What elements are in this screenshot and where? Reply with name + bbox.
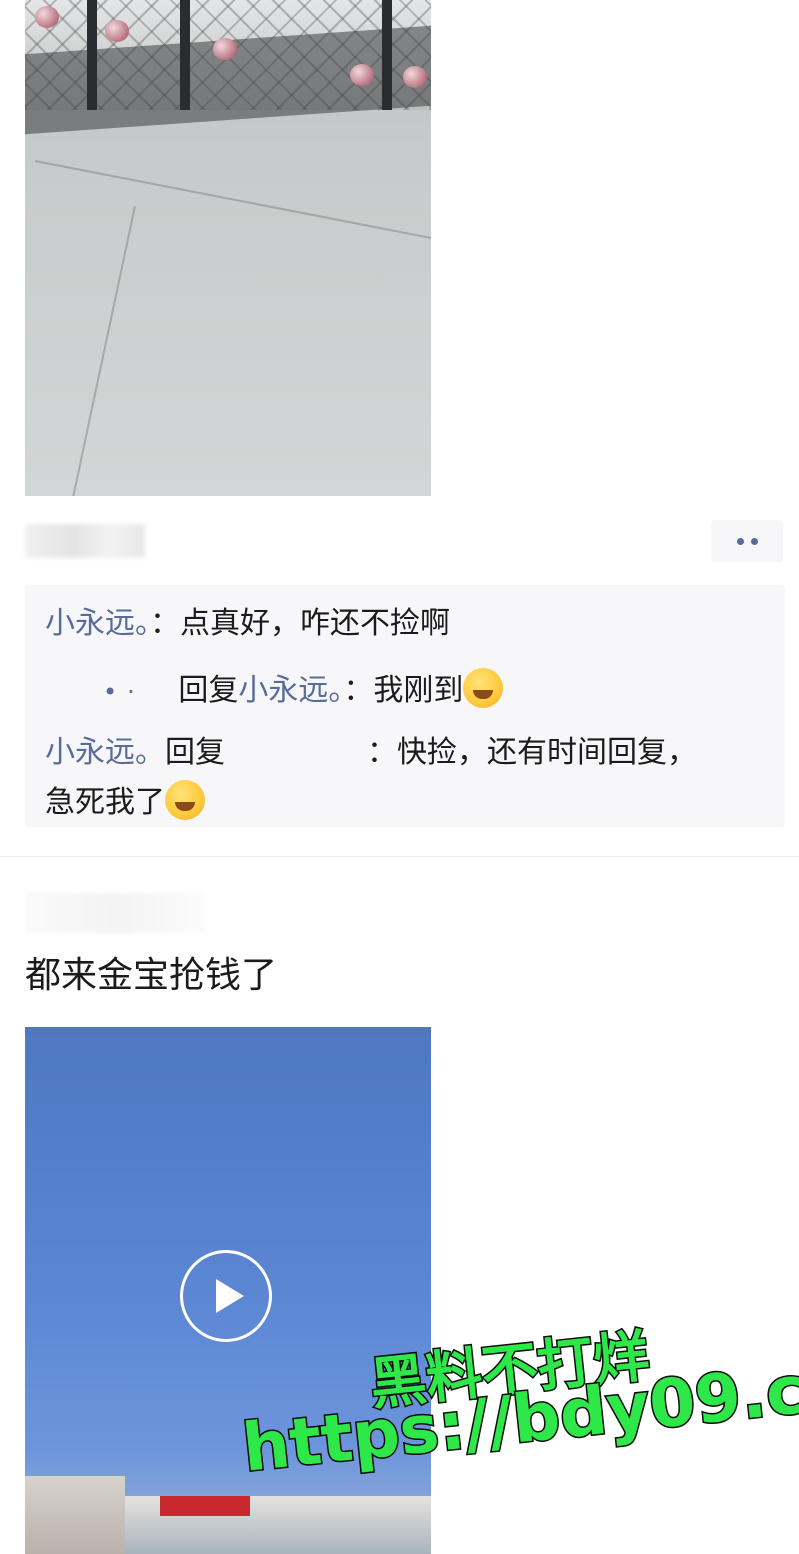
reply-label: 回复 — [178, 673, 239, 708]
fence-pole — [87, 0, 97, 110]
reply-line[interactable]: •· 回复小永远。：我刚到 — [103, 668, 504, 712]
comment-text: 快捡，还有时间回复， — [397, 735, 697, 770]
comment-text: 我刚到 — [373, 673, 464, 708]
comment-separator: ： — [343, 673, 374, 708]
more-dots-icon — [736, 537, 744, 545]
ball — [350, 64, 374, 86]
ball — [213, 38, 237, 60]
comment-line[interactable]: 小永远。：点真好，咋还不捡啊 — [45, 604, 450, 644]
redacted-username: •· — [103, 678, 145, 706]
more-dots-icon — [750, 537, 758, 545]
court-line — [71, 205, 136, 496]
storefront-sign — [160, 1496, 250, 1516]
more-button[interactable] — [711, 520, 783, 562]
comment-separator: ： — [367, 735, 397, 770]
post-image-court[interactable] — [25, 0, 431, 496]
ball — [35, 6, 59, 28]
reply-username[interactable]: 小永远。 — [238, 673, 343, 708]
divider — [0, 856, 799, 857]
author-name-blurred[interactable] — [25, 524, 145, 558]
comment-text: 急死我了 — [45, 785, 165, 820]
comment-box: 小永远。：点真好，咋还不捡啊 •· 回复小永远。：我刚到 小永远。回复 ：快捡，还… — [25, 585, 785, 827]
reply-line-continued: 急死我了 — [45, 780, 205, 823]
post-author-row — [25, 520, 785, 564]
reply-label: 回复 — [165, 735, 225, 770]
reply-username[interactable]: 小永远。 — [45, 735, 165, 770]
laughing-crying-emoji-icon — [165, 780, 205, 820]
reply-line[interactable]: 小永远。回复 ：快捡，还有时间回复， — [45, 733, 697, 773]
fence-pole — [382, 0, 392, 110]
play-icon — [216, 1279, 244, 1313]
comment-username[interactable]: 小永远。 — [45, 606, 150, 641]
fence-pole — [180, 0, 190, 110]
play-button[interactable] — [180, 1250, 272, 1342]
comment-separator: ： — [150, 606, 180, 641]
court-line — [34, 160, 431, 243]
comment-text: 点真好，咋还不捡啊 — [180, 606, 450, 641]
post-text: 都来金宝抢钱了 — [25, 955, 278, 996]
laughing-crying-emoji-icon — [463, 668, 504, 708]
ball — [403, 66, 427, 88]
author-name-blurred[interactable] — [25, 893, 205, 933]
building — [25, 1476, 125, 1554]
ball — [105, 20, 129, 42]
